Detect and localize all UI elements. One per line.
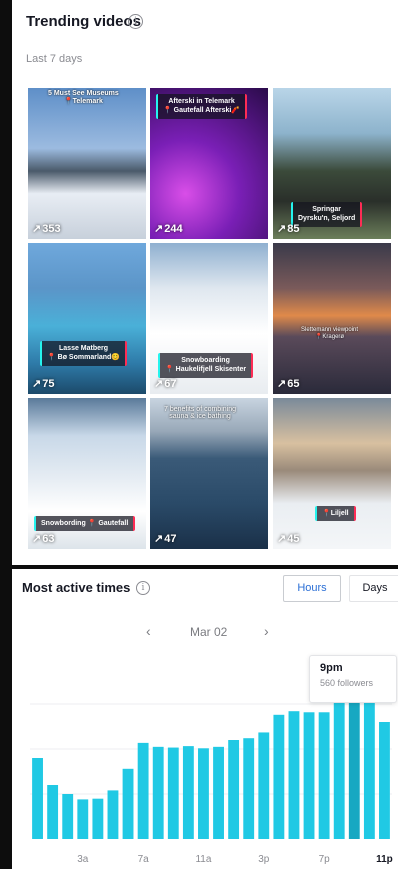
video-grid: 5 Must See Museums 📍Telemark ↗353 Afters… — [28, 88, 392, 551]
video-caption: Snowboarding 📍 Haukelifjell Skisenter — [158, 353, 254, 378]
info-icon[interactable]: i — [136, 581, 150, 595]
x-tick-label: 7p — [319, 854, 331, 865]
chart-bar-12p[interactable] — [213, 746, 224, 839]
chart-bar-10a[interactable] — [182, 746, 194, 839]
x-tick-label: 3p — [258, 854, 270, 865]
view-count: ↗67 — [154, 378, 177, 390]
chart-bar-3p[interactable] — [258, 732, 270, 839]
chart-bar-9a[interactable] — [167, 747, 179, 839]
chart-bar-12a[interactable] — [32, 758, 43, 839]
chart-bar-9p[interactable] — [348, 687, 360, 839]
view-count: ↗45 — [277, 533, 300, 545]
trending-title: Trending videos — [26, 13, 142, 30]
trend-arrow-icon: ↗ — [277, 223, 287, 235]
video-caption: Lasse Matberg 📍 Bø Sommarland😊 — [40, 341, 128, 366]
chart-bar-5p[interactable] — [288, 711, 300, 839]
info-icon[interactable]: i — [128, 14, 143, 29]
x-tick-label: 11p — [376, 854, 393, 865]
video-caption: 5 Must See Museums 📍Telemark — [48, 90, 119, 105]
video-caption: Springar Dyrsku'n, Seljord — [291, 202, 363, 227]
trending-videos-panel: Trending videos i Last 7 days 5 Must See… — [12, 0, 398, 565]
x-tick-label: 11a — [195, 854, 211, 865]
video-caption: Slettemann viewpoint 📍Kragerø — [301, 327, 359, 340]
video-tile[interactable]: Slettemann viewpoint 📍Kragerø ↗65 — [273, 243, 391, 394]
most-active-times-panel: Most active times i Hours Days ‹ Mar 02 … — [12, 569, 398, 869]
chart-tooltip: 9pm 560 followers — [309, 655, 397, 703]
trend-arrow-icon: ↗ — [32, 378, 42, 390]
view-count: ↗75 — [32, 378, 55, 390]
tooltip-followers: 560 followers — [320, 678, 374, 688]
video-tile[interactable]: Afterski in Telemark 📍 Gautefall Aftersk… — [150, 88, 268, 239]
trend-arrow-icon: ↗ — [154, 533, 164, 545]
chart-bar-8p[interactable] — [333, 696, 345, 839]
active-times-title: Most active times — [22, 580, 131, 595]
view-count: ↗63 — [32, 533, 55, 545]
chart-bar-7p[interactable] — [318, 712, 330, 839]
chevron-right-icon[interactable]: › — [264, 623, 269, 639]
hours-tab-button[interactable]: Hours — [283, 575, 341, 602]
chart-bar-7a[interactable] — [137, 742, 149, 839]
video-tile[interactable]: Snowbording 📍 Gautefall ↗63 — [28, 398, 146, 549]
view-count: ↗85 — [277, 223, 300, 235]
trend-arrow-icon: ↗ — [32, 533, 42, 545]
chart-bar-6p[interactable] — [303, 712, 315, 839]
view-count: ↗65 — [277, 378, 300, 390]
video-tile[interactable]: Springar Dyrsku'n, Seljord ↗85 — [273, 88, 391, 239]
chart-bar-6a[interactable] — [122, 768, 134, 839]
chevron-left-icon[interactable]: ‹ — [146, 623, 151, 639]
video-caption: Snowbording 📍 Gautefall — [34, 516, 136, 532]
date-label: Mar 02 — [190, 625, 228, 639]
trend-arrow-icon: ↗ — [277, 533, 287, 545]
chart-bar-3a[interactable] — [77, 799, 89, 839]
trend-arrow-icon: ↗ — [32, 223, 42, 235]
trending-period-label: Last 7 days — [26, 53, 83, 65]
chart-bar-4p[interactable] — [273, 714, 285, 839]
view-count: ↗47 — [154, 533, 177, 545]
view-count: ↗353 — [32, 223, 61, 235]
video-caption: 📍Liljell — [315, 506, 356, 522]
x-tick-label: 3a — [77, 854, 89, 865]
video-caption: Afterski in Telemark 📍 Gautefall Aftersk… — [156, 94, 248, 119]
chart-bar-1p[interactable] — [228, 740, 240, 839]
days-tab-button[interactable]: Days — [349, 575, 398, 602]
video-caption: 7 benefits of combining sauna & ice bath… — [164, 406, 236, 420]
x-tick-label: 7a — [138, 854, 150, 865]
chart-bar-4a[interactable] — [92, 798, 104, 839]
video-tile[interactable]: 7 benefits of combining sauna & ice bath… — [150, 398, 268, 549]
chart-bar-1a[interactable] — [47, 785, 59, 839]
chart-bar-2p[interactable] — [243, 738, 255, 839]
chart-bar-8a[interactable] — [152, 746, 164, 839]
view-count: ↗244 — [154, 223, 183, 235]
video-tile[interactable]: Snowboarding 📍 Haukelifjell Skisenter ↗6… — [150, 243, 268, 394]
trend-arrow-icon: ↗ — [154, 223, 164, 235]
tooltip-time: 9pm — [320, 662, 343, 674]
chart-bar-2a[interactable] — [62, 794, 74, 839]
chart-bar-5a[interactable] — [107, 790, 119, 839]
chart-bar-11a[interactable] — [198, 748, 209, 839]
chart-bar-11p[interactable] — [379, 722, 390, 839]
video-tile[interactable]: Lasse Matberg 📍 Bø Sommarland😊 ↗75 — [28, 243, 146, 394]
trend-arrow-icon: ↗ — [277, 378, 287, 390]
trend-arrow-icon: ↗ — [154, 378, 164, 390]
video-tile[interactable]: 📍Liljell ↗45 — [273, 398, 391, 549]
chart-bar-10p[interactable] — [363, 690, 375, 839]
video-tile[interactable]: 5 Must See Museums 📍Telemark ↗353 — [28, 88, 146, 239]
